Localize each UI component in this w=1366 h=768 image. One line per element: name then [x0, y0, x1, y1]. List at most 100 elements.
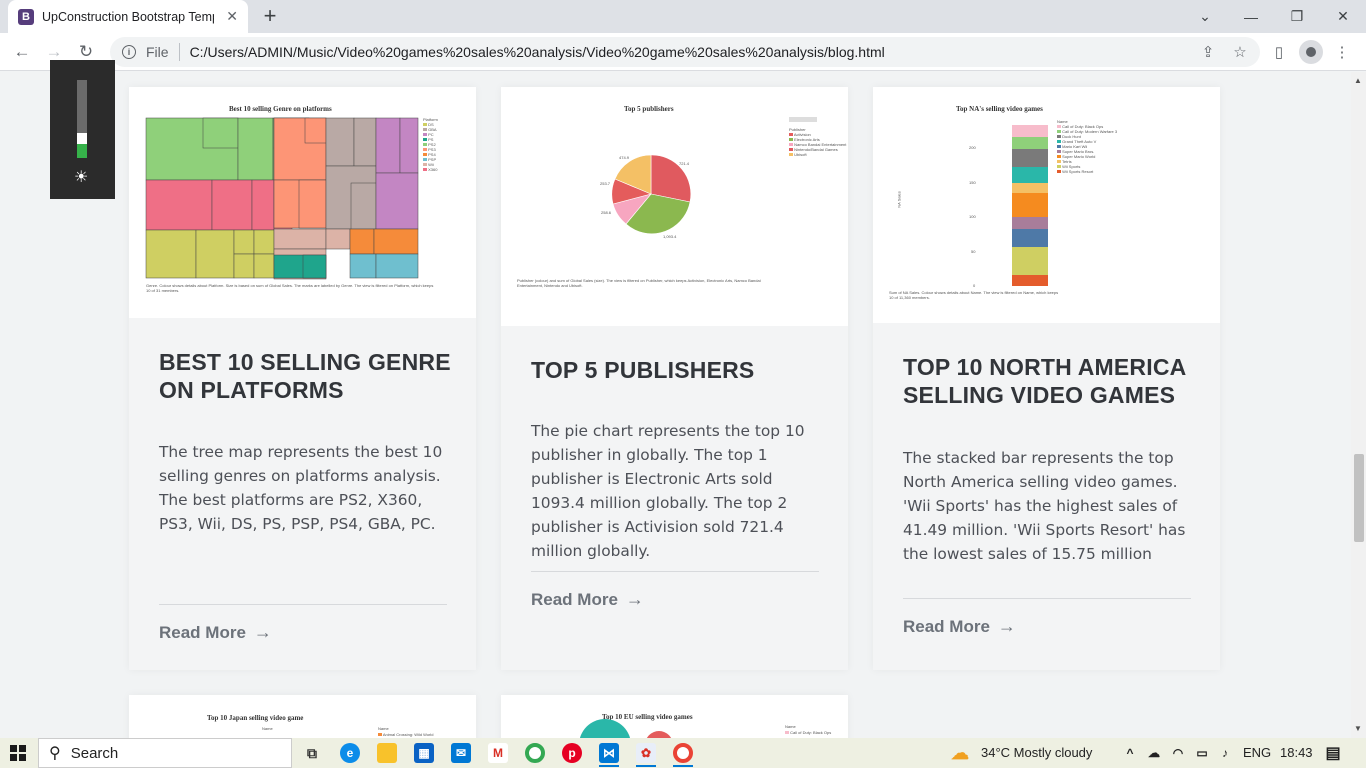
- read-more-link[interactable]: Read More →: [531, 589, 644, 610]
- legend-filter-box: [789, 117, 817, 122]
- notifications-icon[interactable]: ▤: [1323, 743, 1343, 763]
- stacked-caption: Sum of NA Sales. Colour shows details ab…: [889, 290, 1059, 300]
- windows-taskbar: ⚲ Search ⧉ e ▦ ✉ M p ⋈ ✿ ☁ 34°C Mostly c…: [0, 738, 1366, 768]
- tab-search-chevron-icon[interactable]: ⌄: [1182, 0, 1228, 33]
- vscode-icon[interactable]: ⋈: [599, 743, 619, 763]
- store-icon[interactable]: ▦: [414, 743, 434, 763]
- language-indicator[interactable]: ENG: [1243, 745, 1271, 760]
- pie-label: 258.6: [601, 210, 612, 215]
- window-close-icon[interactable]: ✕: [1320, 0, 1366, 33]
- stacked-bar-svg: [1012, 125, 1048, 286]
- pie-chart-svg: [611, 154, 692, 234]
- card-divider: [903, 598, 1191, 599]
- pie-label: 1,093.4: [663, 234, 677, 239]
- pie-legend-item: Ubisoft: [789, 152, 846, 157]
- search-icon: ⚲: [49, 745, 61, 762]
- new-tab-icon[interactable]: +: [258, 3, 282, 28]
- windows-start-icon[interactable]: [10, 745, 26, 761]
- app-icon[interactable]: ✿: [636, 743, 656, 763]
- arrow-right-icon: →: [625, 589, 644, 609]
- address-bar[interactable]: i File C:/Users/ADMIN/Music/Video%20game…: [110, 37, 1260, 67]
- arrow-right-icon: →: [997, 616, 1016, 636]
- card-description: The stacked bar represents the top North…: [903, 449, 1186, 563]
- brightness-slider[interactable]: [77, 80, 87, 158]
- card-title: TOP 5 PUBLISHERS: [531, 357, 755, 383]
- card-description: The tree map represents the best 10 sell…: [159, 443, 443, 533]
- pie-caption: Publisher (colour) and sum of Global Sal…: [517, 278, 761, 288]
- page-content: Best 10 selling Genre on platforms Platf…: [0, 72, 1366, 738]
- wifi-icon[interactable]: ◠: [1168, 743, 1188, 763]
- japan-legend-item: Animal Crossing: Wild World: [378, 732, 434, 737]
- card-description: The pie chart represents the top 10 publ…: [531, 422, 805, 560]
- weather-icon: ☁: [951, 742, 969, 763]
- restore-icon[interactable]: ❐: [1274, 0, 1320, 33]
- sun-icon: ☀: [74, 169, 89, 186]
- omnibox-divider: [178, 43, 180, 61]
- tab-title: UpConstruction Bootstrap Templ: [42, 9, 214, 24]
- scroll-thumb[interactable]: [1354, 454, 1364, 542]
- clock[interactable]: 18:43: [1280, 745, 1313, 760]
- info-icon[interactable]: i: [122, 45, 136, 59]
- weather-text[interactable]: 34°C Mostly cloudy: [981, 745, 1092, 760]
- stacked-legend-item: Wii Sports Resort: [1057, 169, 1117, 174]
- file-explorer-icon[interactable]: [377, 743, 397, 763]
- read-more-link[interactable]: Read More →: [903, 616, 1016, 637]
- pie-label: 253.7: [600, 181, 611, 186]
- share-icon[interactable]: ⇪: [1196, 40, 1220, 64]
- bootstrap-favicon-icon: B: [18, 8, 34, 25]
- tray-chevron-icon[interactable]: ^: [1120, 743, 1140, 763]
- taskbar-search[interactable]: ⚲ Search: [38, 738, 292, 768]
- chrome-active-indicator: [673, 765, 693, 767]
- menu-kebab-icon[interactable]: ⋮: [1330, 40, 1354, 64]
- vscode-active-indicator: [599, 765, 619, 767]
- blog-card-japan: Top 10 Japan selling video game Name Nam…: [129, 695, 476, 738]
- arrow-right-icon: →: [253, 622, 272, 642]
- task-view-icon[interactable]: ⧉: [302, 743, 322, 763]
- treemap-caption: Genre. Colour shows details about Platfo…: [146, 283, 434, 293]
- blog-card-publishers: Top 5 publishers 721.4 1,093.4 258.6 253…: [501, 87, 848, 670]
- scroll-up-icon[interactable]: ▲: [1354, 76, 1362, 85]
- search-placeholder: Search: [70, 744, 119, 762]
- mail-icon[interactable]: ✉: [451, 743, 471, 763]
- chrome-icon[interactable]: [525, 743, 545, 763]
- brightness-fill: [77, 144, 87, 158]
- japan-legend-title: Name: [378, 726, 389, 731]
- chrome-active-icon[interactable]: [673, 743, 693, 763]
- card-divider: [531, 571, 819, 572]
- card-title: TOP 10 NORTH AMERICA SELLING VIDEO GAMES: [903, 354, 1186, 408]
- read-more-label: Read More: [903, 616, 990, 636]
- scheme-label: File: [146, 44, 169, 60]
- pie-chart-image: Top 5 publishers 721.4 1,093.4 258.6 253…: [501, 87, 848, 326]
- blog-card-genre: Best 10 selling Genre on platforms Platf…: [129, 87, 476, 670]
- brightness-thumb[interactable]: [77, 133, 87, 144]
- gmail-icon[interactable]: M: [488, 743, 508, 763]
- onedrive-icon[interactable]: ☁: [1144, 743, 1164, 763]
- battery-icon[interactable]: ▭: [1192, 743, 1212, 763]
- japan-chart-title: Top 10 Japan selling video game: [207, 714, 304, 722]
- edge-icon[interactable]: e: [340, 743, 360, 763]
- tab-close-icon[interactable]: ✕: [226, 8, 238, 25]
- card-divider: [159, 604, 447, 605]
- blog-card-eu: Top 10 EU selling video games Name Call …: [501, 695, 848, 738]
- browser-toolbar: ← → ↻ i File C:/Users/ADMIN/Music/Video%…: [0, 33, 1366, 71]
- scroll-down-icon[interactable]: ▼: [1354, 724, 1362, 733]
- page-scrollbar[interactable]: ▲ ▼: [1351, 72, 1366, 738]
- card-title: BEST 10 SELLING GENRE ON PLATFORMS: [159, 349, 451, 403]
- bookmark-star-icon[interactable]: ☆: [1228, 40, 1252, 64]
- read-more-label: Read More: [159, 622, 246, 642]
- eu-legend-item: Call of Duty: Black Ops: [785, 730, 831, 735]
- tab-strip: B UpConstruction Bootstrap Templ ✕ + ⌄ —…: [0, 0, 1366, 33]
- browser-tab[interactable]: B UpConstruction Bootstrap Templ ✕: [8, 0, 248, 33]
- back-icon[interactable]: ←: [10, 40, 34, 64]
- pie-label: 474.9: [619, 155, 630, 160]
- volume-icon[interactable]: ♪: [1215, 743, 1235, 763]
- eu-legend-title: Name: [785, 724, 796, 729]
- url-text[interactable]: C:/Users/ADMIN/Music/Video%20games%20sal…: [190, 44, 885, 60]
- side-panel-icon[interactable]: ▯: [1267, 40, 1291, 64]
- profile-avatar[interactable]: [1299, 40, 1323, 64]
- treemap-image: Best 10 selling Genre on platforms Platf…: [129, 87, 476, 318]
- minimize-icon[interactable]: —: [1228, 0, 1274, 33]
- pinterest-icon[interactable]: p: [562, 743, 582, 763]
- read-more-label: Read More: [531, 589, 618, 609]
- read-more-link[interactable]: Read More →: [159, 622, 272, 643]
